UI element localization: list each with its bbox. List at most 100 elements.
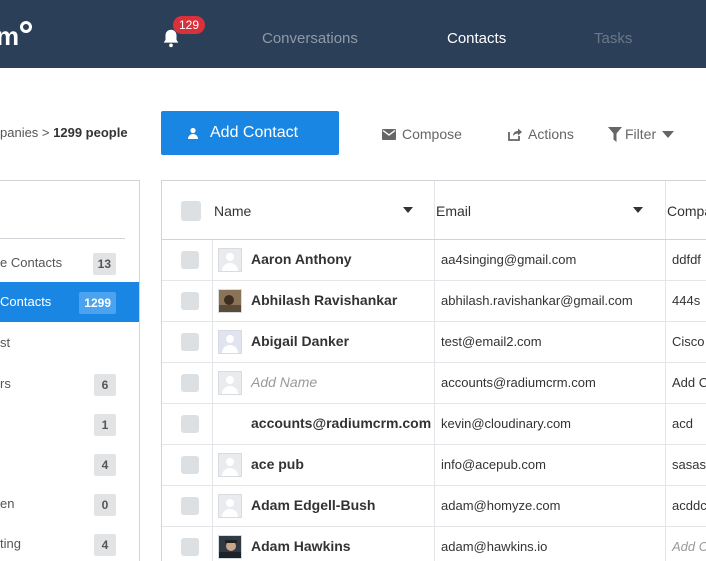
notification-badge[interactable]: 129 — [173, 16, 206, 34]
segment-item[interactable]: 1 — [0, 404, 139, 444]
row-checkbox[interactable] — [181, 374, 199, 392]
avatar — [218, 371, 242, 395]
table-row[interactable]: Abigail Danker test@email2.com Cisco — [162, 322, 706, 363]
segment-item[interactable]: rs 6 — [0, 364, 139, 404]
add-contact-button[interactable]: Add Contact — [161, 111, 339, 155]
segment-label: Contacts — [0, 294, 52, 309]
contact-company[interactable]: ddfdf — [672, 252, 701, 267]
row-checkbox[interactable] — [181, 292, 199, 310]
compose-label: Compose — [402, 126, 462, 142]
column-header-email[interactable]: Email — [436, 203, 471, 219]
person-icon — [188, 127, 198, 139]
contact-email[interactable]: adam@hawkins.io — [441, 539, 547, 554]
table-header: Name Email Compa — [162, 181, 706, 240]
breadcrumb: panies > 1299 people — [0, 125, 128, 140]
tab-tasks[interactable]: Tasks — [594, 30, 632, 48]
segment-item[interactable]: en 0 — [0, 484, 139, 524]
row-checkbox[interactable] — [181, 415, 199, 433]
contact-company[interactable]: 444s — [672, 293, 700, 308]
tab-conversations[interactable]: Conversations — [262, 30, 358, 48]
sort-caret-icon[interactable] — [403, 207, 413, 213]
segment-count: 1 — [94, 414, 116, 436]
filter-label: Filter — [625, 126, 657, 142]
avatar — [218, 289, 242, 313]
avatar — [218, 494, 242, 518]
avatar — [218, 535, 242, 559]
top-nav: m 129 Conversations Contacts Tasks — [0, 0, 706, 68]
table-row[interactable]: Aaron Anthony aa4singing@gmail.com ddfdf — [162, 240, 706, 281]
table-row[interactable]: ace pub info@acepub.com sasas — [162, 445, 706, 486]
row-checkbox[interactable] — [181, 456, 199, 474]
contact-email[interactable]: kevin@cloudinary.com — [441, 416, 571, 431]
avatar — [218, 453, 242, 477]
segment-count: 0 — [94, 494, 116, 516]
contact-company[interactable]: acddc — [672, 498, 706, 513]
avatar — [218, 330, 242, 354]
contact-company-placeholder[interactable]: Add C — [672, 539, 706, 554]
segment-count: 6 — [94, 374, 116, 396]
app-logo[interactable]: m — [0, 21, 33, 50]
contact-email[interactable]: abhilash.ravishankar@gmail.com — [441, 293, 633, 308]
breadcrumb-parent[interactable]: panies > — [0, 125, 50, 140]
segment-item[interactable]: ting 4 — [0, 524, 139, 561]
segment-label: st — [0, 335, 11, 350]
contact-company[interactable]: acd — [672, 416, 693, 431]
row-checkbox[interactable] — [181, 333, 199, 351]
segment-count: 13 — [92, 253, 116, 275]
contact-name[interactable]: Adam Edgell-Bush — [251, 497, 375, 513]
envelope-icon — [382, 128, 396, 140]
segment-label: rs — [0, 376, 11, 391]
contact-name[interactable]: Abigail Danker — [251, 333, 349, 349]
table-row[interactable]: Add Name accounts@radiumcrm.com Add C — [162, 363, 706, 404]
contact-company[interactable]: Add C — [672, 375, 706, 390]
compose-button[interactable]: Compose — [382, 126, 462, 142]
actions-label: Actions — [528, 126, 574, 142]
contacts-table: Name Email Compa Aaron Anthony aa4singin… — [161, 180, 706, 561]
filter-button[interactable]: Filter — [608, 126, 675, 142]
row-checkbox[interactable] — [181, 251, 199, 269]
segment-label: e Contacts — [0, 255, 63, 270]
funnel-icon — [608, 126, 622, 142]
table-row[interactable]: Abhilash Ravishankar abhilash.ravishanka… — [162, 281, 706, 322]
segment-count: 4 — [94, 534, 116, 556]
segment-count: 1299 — [79, 292, 116, 314]
tab-contacts[interactable]: Contacts — [447, 30, 506, 48]
column-header-company[interactable]: Compa — [667, 203, 706, 219]
segments-panel: e Contacts 13 Contacts 1299 st rs 6 1 4 … — [0, 180, 140, 561]
contact-name[interactable]: ace pub — [251, 456, 304, 472]
segment-item[interactable]: e Contacts 13 — [0, 243, 139, 283]
segment-item-active[interactable]: Contacts 1299 — [0, 282, 139, 322]
contact-name-placeholder[interactable]: Add Name — [251, 374, 317, 390]
chevron-down-icon — [662, 130, 675, 138]
actions-button[interactable]: Actions — [508, 126, 574, 142]
table-row[interactable]: Adam Hawkins adam@hawkins.io Add C — [162, 527, 706, 561]
select-all-checkbox[interactable] — [181, 201, 201, 221]
contact-email[interactable]: aa4singing@gmail.com — [441, 252, 576, 267]
segments-divider — [0, 238, 125, 239]
segment-count: 4 — [94, 454, 116, 476]
contact-name[interactable]: Adam Hawkins — [251, 538, 351, 554]
contact-email[interactable]: test@email2.com — [441, 334, 542, 349]
row-checkbox[interactable] — [181, 538, 199, 556]
contact-company[interactable]: Cisco — [672, 334, 705, 349]
segment-item[interactable]: st — [0, 323, 139, 363]
contact-email[interactable]: adam@homyze.com — [441, 498, 560, 513]
segment-label: en — [0, 496, 15, 511]
share-icon — [508, 128, 522, 141]
table-row[interactable]: accounts@radiumcrm.com kevin@cloudinary.… — [162, 404, 706, 445]
contact-name[interactable]: accounts@radiumcrm.com — [251, 415, 431, 431]
sort-caret-icon[interactable] — [633, 207, 643, 213]
contact-name[interactable]: Aaron Anthony — [251, 251, 352, 267]
row-checkbox[interactable] — [181, 497, 199, 515]
segment-item[interactable]: 4 — [0, 444, 139, 484]
contact-name[interactable]: Abhilash Ravishankar — [251, 292, 397, 308]
add-contact-label: Add Contact — [210, 124, 299, 141]
contact-email[interactable]: info@acepub.com — [441, 457, 546, 472]
contact-company[interactable]: sasas — [672, 457, 706, 472]
breadcrumb-current: 1299 people — [53, 125, 128, 140]
segment-label: ting — [0, 536, 21, 551]
column-header-name[interactable]: Name — [214, 203, 251, 219]
contact-email[interactable]: accounts@radiumcrm.com — [441, 375, 596, 390]
avatar — [218, 248, 242, 272]
table-row[interactable]: Adam Edgell-Bush adam@homyze.com acddc — [162, 486, 706, 527]
